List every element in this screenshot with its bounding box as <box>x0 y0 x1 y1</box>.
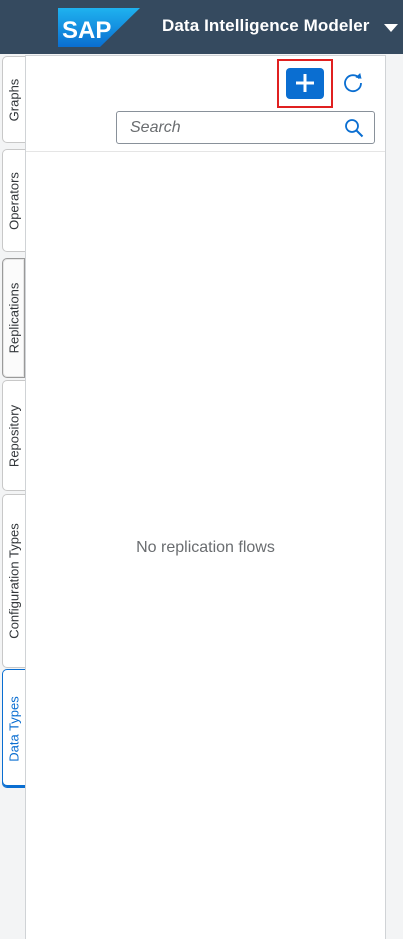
sap-logo[interactable]: SAP <box>58 8 140 47</box>
tab-label: Replications <box>6 282 21 354</box>
tab-label: Repository <box>6 404 22 467</box>
tab-data-types[interactable]: Data Types <box>2 669 25 788</box>
app-title[interactable]: Data Intelligence Modeler <box>162 16 370 36</box>
tab-replications[interactable]: Replications <box>2 258 25 378</box>
chevron-down-icon[interactable] <box>384 24 398 32</box>
add-button[interactable] <box>286 68 324 99</box>
tab-graphs[interactable]: Graphs <box>2 56 25 143</box>
replications-panel: No replication flows <box>25 55 386 939</box>
svg-text:SAP: SAP <box>62 17 111 44</box>
tab-operators[interactable]: Operators <box>2 149 25 252</box>
panel-toolbar <box>26 56 385 152</box>
refresh-icon <box>344 73 362 93</box>
tab-repository[interactable]: Repository <box>2 380 25 491</box>
background-edge <box>386 54 403 939</box>
shell-header: SAP Data Intelligence Modeler <box>0 0 403 54</box>
refresh-button[interactable] <box>342 72 364 94</box>
highlight-frame <box>277 59 333 108</box>
empty-state-message: No replication flows <box>136 539 275 556</box>
tab-label: Data Types <box>6 695 22 762</box>
search-icon[interactable] <box>344 118 364 138</box>
search-input[interactable] <box>117 112 339 143</box>
tab-label: Configuration Types <box>6 523 22 639</box>
side-tab-strip: Graphs Operators Replications Repository… <box>0 54 26 939</box>
search-field[interactable] <box>116 111 375 144</box>
plus-icon <box>296 74 314 92</box>
tab-label: Operators <box>6 171 22 230</box>
tab-configuration-types[interactable]: Configuration Types <box>2 494 25 668</box>
tab-label: Graphs <box>6 78 22 121</box>
